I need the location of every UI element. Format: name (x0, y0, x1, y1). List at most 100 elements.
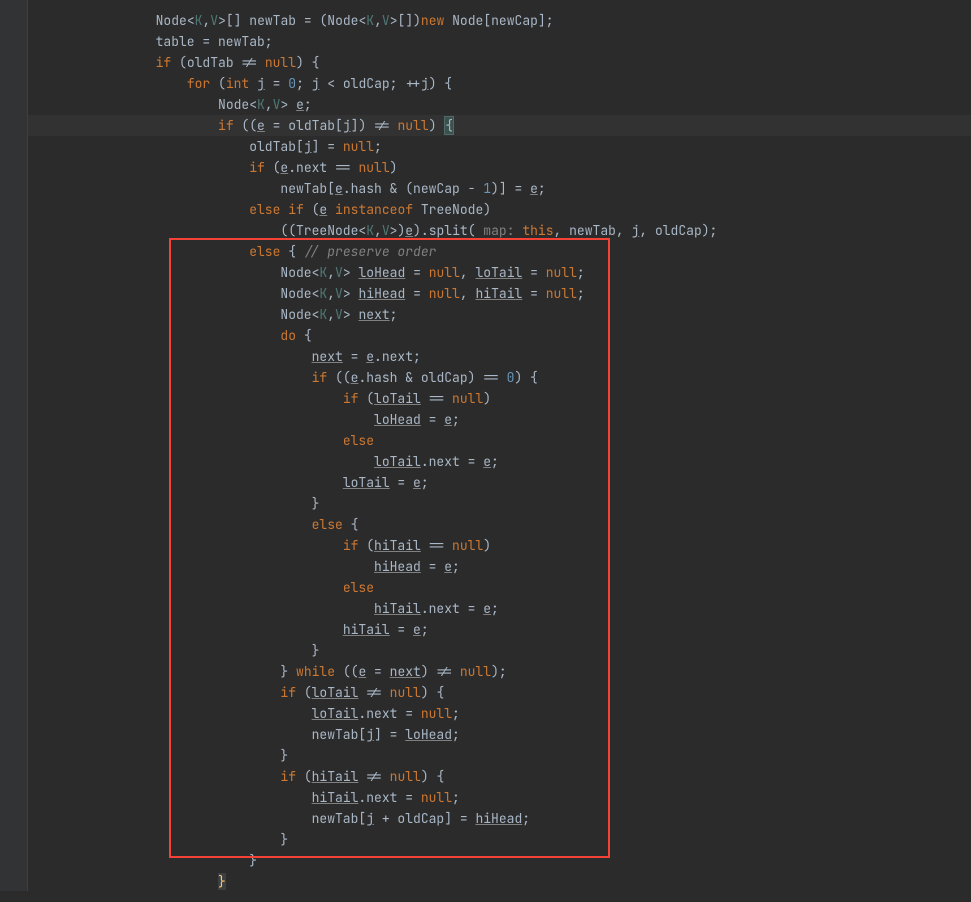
code-token: ( (218, 75, 226, 92)
editor-gutter (0, 0, 28, 891)
code-token: ); (491, 663, 507, 680)
code-token: null (429, 285, 460, 302)
code-line[interactable]: } while ((e = next) != null); (28, 661, 971, 682)
code-editor[interactable]: Node<K,V>[] newTab = (Node<K,V>[])new No… (28, 0, 971, 902)
code-line[interactable]: newTab[j + oldCap] = hiHead; (28, 808, 971, 829)
code-line[interactable]: else { (28, 514, 971, 535)
code-token: >) (390, 222, 406, 239)
code-token: V (335, 264, 343, 281)
code-token: V (210, 12, 218, 29)
code-token: null (452, 537, 483, 554)
code-token: ] = (374, 726, 405, 743)
code-line[interactable]: Node<K,V> next; (28, 304, 971, 325)
code-line[interactable]: next = e.next; (28, 346, 971, 367)
code-token: ) (429, 117, 445, 134)
code-line[interactable]: Node<K,V> hiHead = null, hiTail = null; (28, 283, 971, 304)
code-line[interactable]: } (28, 829, 971, 850)
code-token: null (390, 768, 421, 785)
code-token: >[]) (390, 12, 421, 29)
code-line[interactable]: } (28, 745, 971, 766)
code-line[interactable]: } (28, 640, 971, 661)
code-token: next (390, 663, 421, 680)
code-line[interactable]: if (loTail == null) (28, 388, 971, 409)
code-token: int (226, 75, 257, 92)
code-token: instanceof (335, 201, 421, 218)
code-line[interactable]: else { // preserve order (28, 241, 971, 262)
code-line[interactable]: if (oldTab != null) { (28, 52, 971, 73)
code-line[interactable]: newTab[j] = loHead; (28, 724, 971, 745)
code-line[interactable]: if (e.next == null) (28, 157, 971, 178)
code-token: ; (452, 789, 460, 806)
code-token: } (249, 852, 257, 869)
code-line[interactable]: for (int j = 0; j < oldCap; ++j) { (28, 73, 971, 94)
code-token: ) { (421, 768, 444, 785)
code-token: K (366, 222, 374, 239)
code-token: e (405, 222, 413, 239)
code-token: newTab[ (280, 180, 335, 197)
code-token: j (257, 75, 265, 92)
code-token: do (280, 327, 303, 344)
code-line[interactable]: } (28, 850, 971, 871)
code-token: e (483, 453, 491, 470)
code-token: .next == (288, 159, 358, 176)
code-line[interactable]: if (loTail != null) { (28, 682, 971, 703)
code-token: newTab[ (312, 726, 367, 743)
code-token: .next = (421, 600, 483, 617)
code-line[interactable]: ((TreeNode<K,V>)e).split( map: this, new… (28, 220, 971, 241)
code-token: { (444, 116, 454, 135)
code-token: ) { (429, 75, 452, 92)
code-token: = (405, 285, 428, 302)
code-line[interactable]: loTail.next = e; (28, 451, 971, 472)
code-line[interactable]: oldTab[j] = null; (28, 136, 971, 157)
code-token: oldTab[ (249, 138, 304, 155)
code-line[interactable]: if ((e = oldTab[j]) != null) { (28, 115, 971, 136)
code-line[interactable]: else (28, 430, 971, 451)
code-token: 1 (483, 180, 491, 197)
code-token: e (413, 474, 421, 491)
code-line[interactable]: if (hiTail == null) (28, 535, 971, 556)
code-line[interactable]: loTail = e; (28, 472, 971, 493)
code-token: hiTail (312, 768, 359, 785)
code-line[interactable]: hiHead = e; (28, 556, 971, 577)
code-line[interactable]: Node<K,V> loHead = null, loTail = null; (28, 262, 971, 283)
code-token: ( (304, 684, 312, 701)
code-token: null (390, 684, 421, 701)
code-token: if (156, 54, 179, 71)
code-token: hiTail (312, 789, 359, 806)
code-token: e (257, 117, 265, 134)
code-line[interactable]: if ((e.hash & oldCap) == 0) { (28, 367, 971, 388)
code-token: = (366, 663, 389, 680)
code-token: ; (577, 264, 585, 281)
code-line[interactable]: Node<K,V>[] newTab = (Node<K,V>[])new No… (28, 10, 971, 31)
code-line[interactable]: else if (e instanceof TreeNode) (28, 199, 971, 220)
code-token: , (265, 96, 273, 113)
code-line[interactable]: } (28, 871, 971, 892)
code-line[interactable]: hiTail.next = null; (28, 787, 971, 808)
code-token: // preserve order (304, 243, 437, 260)
code-token: next (312, 348, 343, 365)
code-line[interactable]: Node<K,V> e; (28, 94, 971, 115)
code-line[interactable]: hiTail = e; (28, 619, 971, 640)
code-token: < oldCap; ++ (319, 75, 420, 92)
code-token: (( (335, 369, 351, 386)
code-line[interactable]: table = newTab; (28, 31, 971, 52)
code-line[interactable]: hiTail.next = e; (28, 598, 971, 619)
code-line[interactable]: do { (28, 325, 971, 346)
code-line[interactable]: if (hiTail != null) { (28, 766, 971, 787)
code-token: null (343, 138, 374, 155)
code-line[interactable]: loHead = e; (28, 409, 971, 430)
code-line[interactable]: newTab[e.hash & (newCap - 1)] = e; (28, 178, 971, 199)
code-token: { (288, 243, 304, 260)
code-token: < (187, 12, 195, 29)
code-line[interactable]: } (28, 493, 971, 514)
code-token: e (413, 621, 421, 638)
code-token: ; (452, 705, 460, 722)
code-token: = (421, 411, 444, 428)
code-token: null (397, 117, 428, 134)
code-token: , (374, 12, 382, 29)
code-token: null (452, 390, 483, 407)
code-token: ; (522, 810, 530, 827)
code-line[interactable]: else (28, 577, 971, 598)
code-line[interactable]: loTail.next = null; (28, 703, 971, 724)
code-token: else (312, 516, 351, 533)
